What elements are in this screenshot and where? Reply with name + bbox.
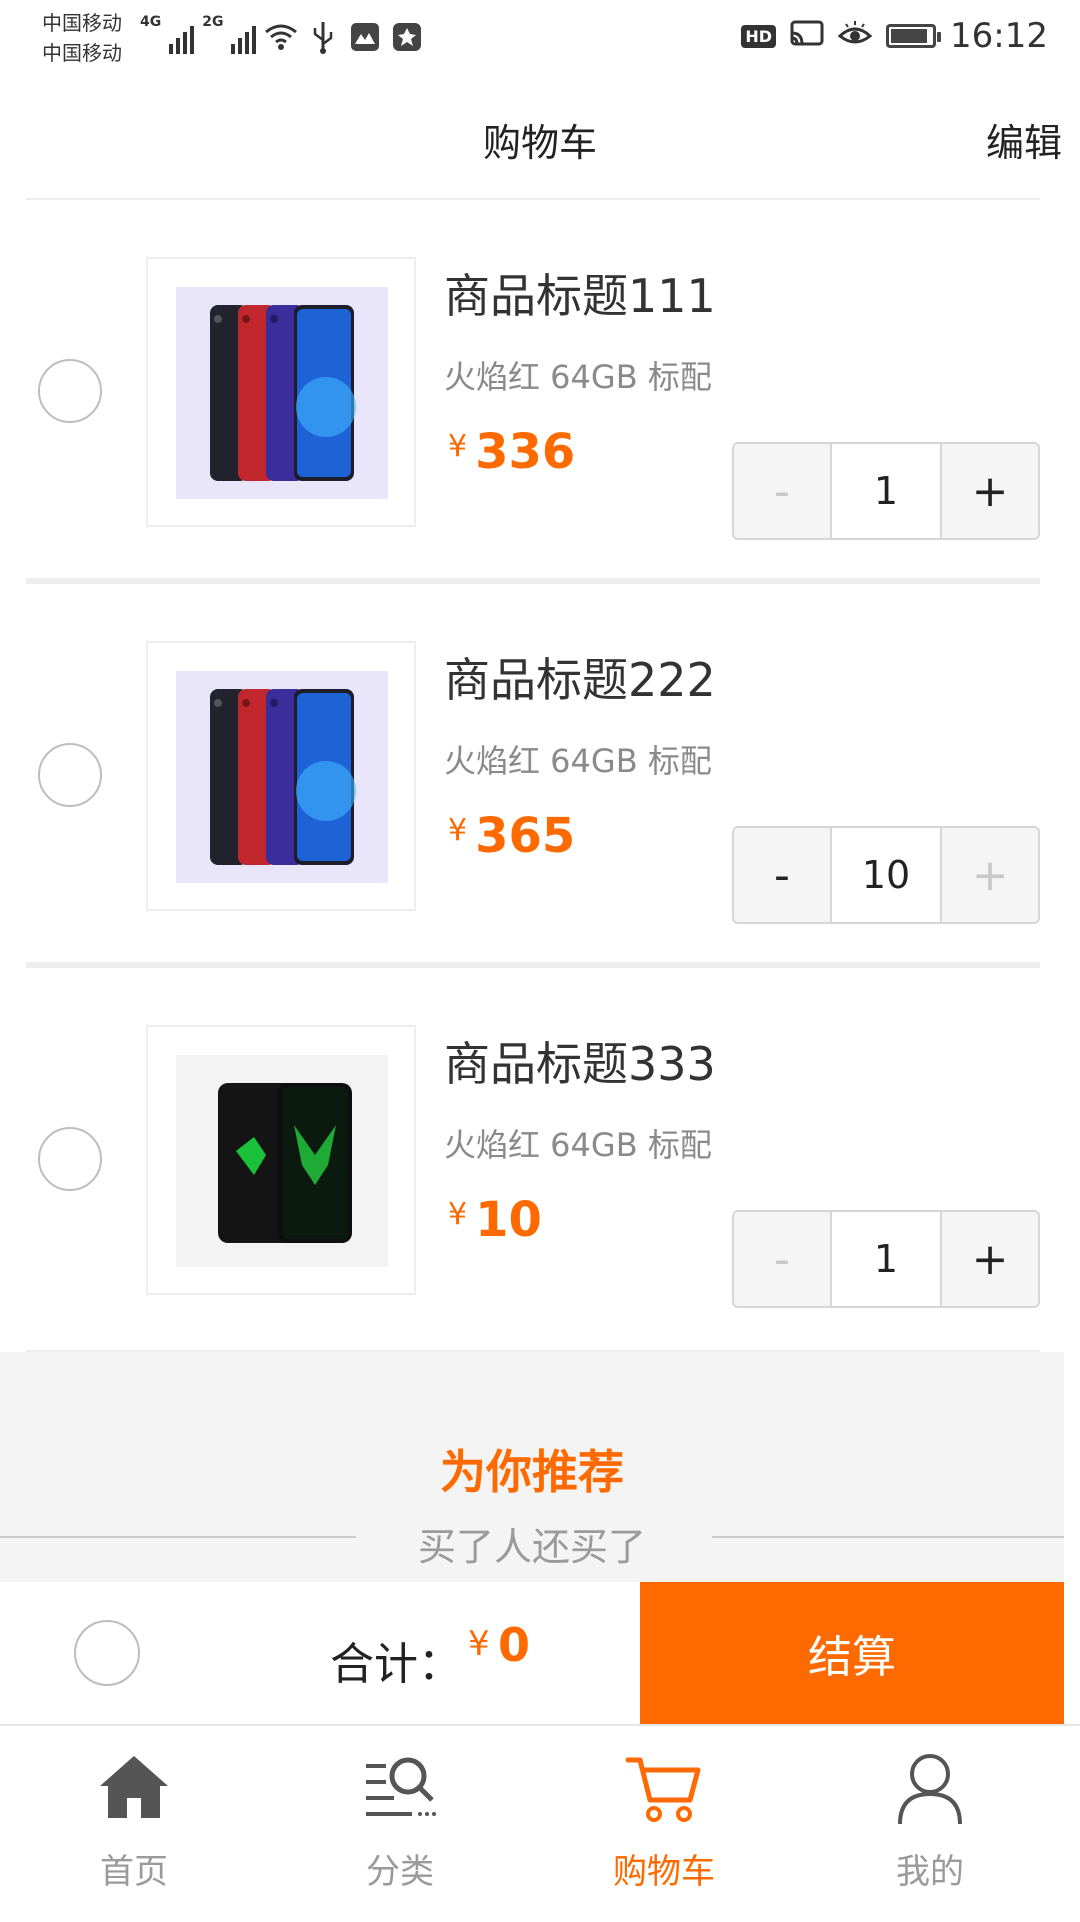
total-value: 0 — [498, 1618, 531, 1672]
quantity-stepper: - 10 + — [732, 826, 1040, 924]
cast-icon — [790, 19, 824, 53]
quantity-input[interactable]: 1 — [830, 444, 942, 538]
recommend-subtitle: 买了人还买了 — [417, 1525, 646, 1569]
total-label: 合计： — [330, 1639, 462, 1690]
product-title[interactable]: 商品标题111 — [444, 260, 716, 326]
carrier-name-2: 中国移动 — [42, 41, 122, 65]
product-title[interactable]: 商品标题222 — [444, 644, 716, 710]
phone-lineup-image — [176, 287, 388, 499]
cart-item: 商品标题333 火焰红 64GB 标配 ¥ 10 - 1 + — [0, 968, 1080, 1352]
tab-category[interactable]: 分类 — [300, 1726, 500, 1922]
price-value: 336 — [475, 424, 576, 480]
gallery-notification-icon — [348, 20, 382, 54]
item-select-checkbox[interactable] — [38, 1127, 102, 1191]
tab-profile[interactable]: 我的 — [830, 1726, 1030, 1922]
cart-item: 商品标题111 火焰红 64GB 标配 ¥ 336 - 1 + — [0, 200, 1080, 584]
carrier-info: 中国移动 中国移动 — [42, 8, 122, 68]
currency-symbol: ¥ — [448, 813, 468, 848]
product-title[interactable]: 商品标题333 — [444, 1028, 716, 1094]
cart-item: 商品标题222 火焰红 64GB 标配 ¥ 365 - 10 + — [0, 584, 1080, 968]
home-icon — [94, 1748, 174, 1828]
product-thumbnail[interactable] — [146, 641, 416, 911]
status-icons-left: 4G 2G — [140, 14, 424, 54]
network-type-1: 4G — [140, 14, 162, 30]
edit-button[interactable]: 编辑 — [986, 112, 1062, 167]
product-price: ¥ 365 — [448, 808, 575, 864]
tab-label: 首页 — [100, 1852, 168, 1892]
status-bar: 中国移动 中国移动 4G 2G HD 16:12 — [0, 0, 1080, 76]
recommend-title: 为你推荐 — [440, 1445, 624, 1499]
quantity-input[interactable]: 10 — [830, 828, 942, 922]
product-thumbnail[interactable] — [146, 1025, 416, 1295]
tab-home[interactable]: 首页 — [34, 1726, 234, 1922]
phone-lineup-image — [176, 671, 388, 883]
carrier-name-1: 中国移动 — [42, 11, 122, 35]
network-type-2: 2G — [202, 14, 224, 30]
product-price: ¥ 336 — [448, 424, 575, 480]
page-title: 购物车 — [482, 121, 597, 165]
bottom-tab-bar: 首页 分类 购物车 我的 — [0, 1724, 1080, 1920]
hd-badge: HD — [741, 24, 777, 48]
product-thumbnail[interactable] — [146, 257, 416, 527]
clock: 16:12 — [950, 16, 1048, 56]
recommend-section: 为你推荐 买了人还买了 — [0, 1352, 1064, 1582]
checkout-button[interactable]: 结算 — [640, 1582, 1064, 1724]
checkout-bar: 合计： ¥ 0 结算 — [0, 1582, 1064, 1724]
user-icon — [890, 1748, 970, 1828]
signal-icon — [169, 20, 195, 54]
tab-label: 我的 — [896, 1852, 964, 1892]
increase-button[interactable]: + — [942, 444, 1038, 538]
item-select-checkbox[interactable] — [38, 359, 102, 423]
price-value: 365 — [475, 808, 576, 864]
decrease-button[interactable]: - — [734, 444, 830, 538]
decrease-button[interactable]: - — [734, 828, 830, 922]
product-spec: 火焰红 64GB 标配 — [444, 358, 712, 396]
quantity-input[interactable]: 1 — [830, 1212, 942, 1306]
quantity-stepper: - 1 + — [732, 442, 1040, 540]
tab-label: 购物车 — [613, 1852, 715, 1892]
tab-cart[interactable]: 购物车 — [564, 1726, 764, 1922]
category-search-icon — [360, 1748, 440, 1828]
app-notification-icon — [390, 20, 424, 54]
currency-symbol: ¥ — [448, 1197, 468, 1232]
tab-label: 分类 — [366, 1852, 434, 1892]
total-currency: ¥ — [468, 1624, 490, 1664]
status-icons-right: HD 16:12 — [741, 14, 1048, 58]
wifi-icon — [264, 20, 298, 54]
product-price: ¥ 10 — [448, 1192, 542, 1248]
eye-comfort-icon — [837, 20, 873, 52]
decrease-button[interactable]: - — [734, 1212, 830, 1306]
battery-icon — [886, 24, 942, 48]
currency-symbol: ¥ — [448, 429, 468, 464]
product-spec: 火焰红 64GB 标配 — [444, 742, 712, 780]
increase-button[interactable]: + — [942, 1212, 1038, 1306]
quantity-stepper: - 1 + — [732, 1210, 1040, 1308]
signal-icon-2 — [231, 20, 257, 54]
header: 购物车 编辑 — [0, 76, 1080, 200]
recommend-divider-right — [712, 1536, 1064, 1538]
usb-icon — [306, 20, 340, 54]
increase-button[interactable]: + — [942, 828, 1038, 922]
select-all-checkbox[interactable] — [74, 1620, 140, 1686]
item-select-checkbox[interactable] — [38, 743, 102, 807]
product-spec: 火焰红 64GB 标配 — [444, 1126, 712, 1164]
gaming-phone-image — [176, 1055, 388, 1267]
cart-icon — [624, 1748, 704, 1828]
price-value: 10 — [475, 1192, 542, 1248]
